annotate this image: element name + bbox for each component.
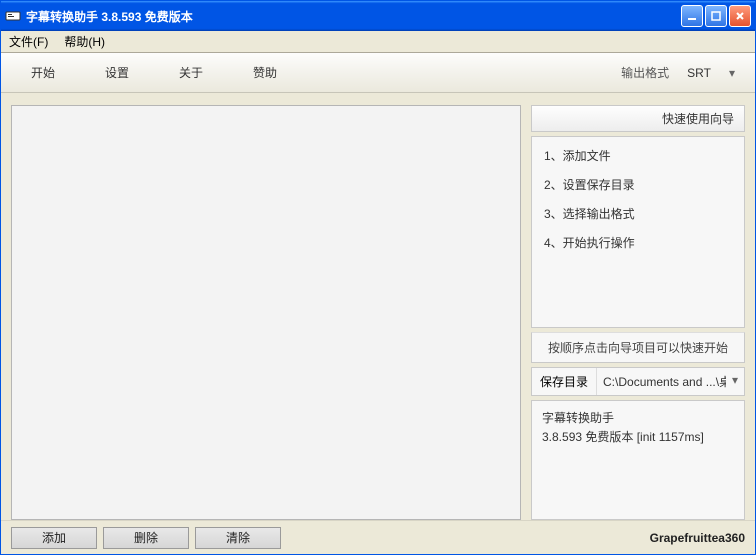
tab-settings[interactable]: 设置 [95,58,139,87]
right-column: 快速使用向导 1、添加文件 2、设置保存目录 3、选择输出格式 4、开始执行操作… [531,105,745,520]
wizard-panel: 1、添加文件 2、设置保存目录 3、选择输出格式 4、开始执行操作 [531,136,745,328]
wizard-hint: 按顺序点击向导项目可以快速开始 [531,332,745,363]
info-panel: 字幕转换助手 3.8.593 免费版本 [init 1157ms] [531,400,745,520]
format-label: 输出格式 [621,64,669,81]
save-path-dropdown-icon[interactable]: ▾ [726,368,744,395]
tabs: 开始 设置 关于 赞助 [21,58,287,87]
save-path-row: 保存目录 C:\Documents and ...\桌面\ ▾ [531,367,745,396]
add-button[interactable]: 添加 [11,527,97,549]
save-path-label[interactable]: 保存目录 [532,368,597,395]
content-area: 快速使用向导 1、添加文件 2、设置保存目录 3、选择输出格式 4、开始执行操作… [1,93,755,520]
save-path-value[interactable]: C:\Documents and ...\桌面\ [597,368,726,395]
wizard-item-1[interactable]: 1、添加文件 [532,141,744,170]
app-version: 3.8.593 免费版本 [init 1157ms] [542,428,734,447]
format-dropdown-icon[interactable]: ▾ [729,66,735,80]
app-icon [5,8,21,24]
tab-about[interactable]: 关于 [169,58,213,87]
wizard-header: 快速使用向导 [531,105,745,132]
format-value[interactable]: SRT [687,66,711,80]
file-list[interactable] [11,105,521,520]
footer: 添加 删除 清除 Grapefruittea360 [1,520,755,554]
clear-button[interactable]: 清除 [195,527,281,549]
delete-button[interactable]: 删除 [103,527,189,549]
window-title: 字幕转换助手 3.8.593 免费版本 [26,8,681,25]
brand-label: Grapefruittea360 [650,531,745,545]
toolbar: 开始 设置 关于 赞助 输出格式 SRT ▾ [1,53,755,93]
wizard-item-3[interactable]: 3、选择输出格式 [532,199,744,228]
tab-donate[interactable]: 赞助 [243,58,287,87]
window-controls [681,5,751,27]
titlebar: 字幕转换助手 3.8.593 免费版本 [1,1,755,31]
menu-help[interactable]: 帮助(H) [60,31,109,52]
minimize-button[interactable] [681,5,703,27]
app-window: 字幕转换助手 3.8.593 免费版本 文件(F) 帮助(H) 开始 设置 关于… [0,0,756,555]
app-name: 字幕转换助手 [542,409,734,428]
wizard-item-4[interactable]: 4、开始执行操作 [532,228,744,257]
close-button[interactable] [729,5,751,27]
menu-file[interactable]: 文件(F) [5,31,52,52]
menubar: 文件(F) 帮助(H) [1,31,755,53]
wizard-item-2[interactable]: 2、设置保存目录 [532,170,744,199]
maximize-button[interactable] [705,5,727,27]
tab-start[interactable]: 开始 [21,58,65,87]
